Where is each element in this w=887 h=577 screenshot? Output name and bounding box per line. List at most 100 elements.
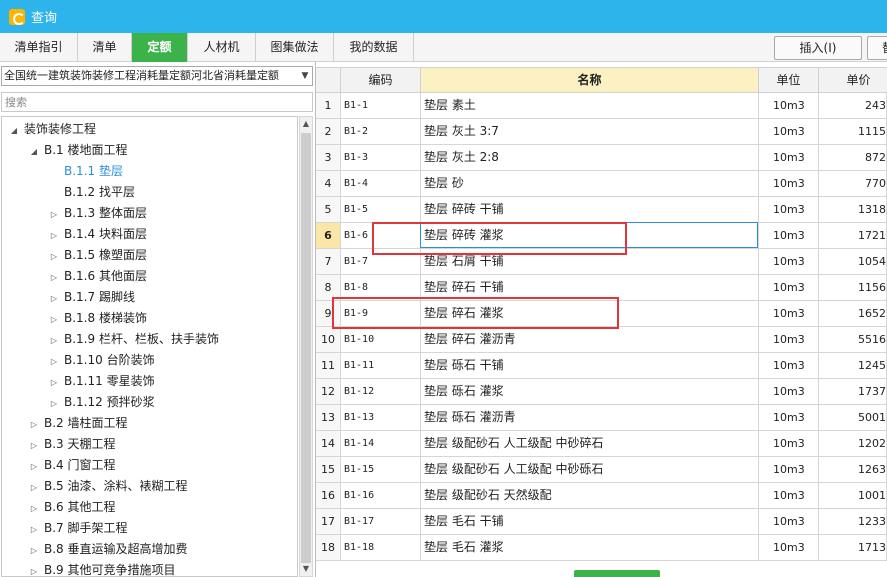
code-header[interactable]: 编码 — [341, 67, 421, 93]
expand-icon[interactable]: ▷ — [48, 246, 60, 267]
expand-icon[interactable]: ▷ — [48, 393, 60, 414]
unit-cell[interactable]: 10m3 — [759, 93, 819, 118]
tree-item[interactable]: ▷ B.5 油漆、涂料、裱糊工程 — [28, 476, 188, 497]
row-number-cell[interactable]: 18 — [316, 535, 341, 560]
tree-item[interactable]: ▷ B.6 其他工程 — [28, 497, 116, 518]
table-row[interactable]: 2 B1-2 垫层 灰土 3:7 10m3 1115 — [316, 119, 887, 145]
expand-icon[interactable]: ▷ — [28, 477, 40, 498]
unit-cell[interactable]: 10m3 — [759, 301, 819, 326]
price-cell[interactable]: 1318 — [819, 197, 887, 222]
row-number-cell[interactable]: 7 — [316, 249, 341, 274]
name-cell[interactable]: 垫层 素土 — [421, 93, 759, 118]
unit-cell[interactable]: 10m3 — [759, 145, 819, 170]
price-cell[interactable]: 1652 — [819, 301, 887, 326]
scroll-up-icon[interactable]: ▲ — [300, 117, 312, 131]
name-cell[interactable]: 垫层 灰土 3:7 — [421, 119, 759, 144]
row-number-cell[interactable]: 1 — [316, 93, 341, 118]
price-cell[interactable]: 1001 — [819, 483, 887, 508]
tree-item[interactable]: ▷ B.1.5 橡塑面层 — [48, 245, 147, 266]
expand-icon[interactable]: ▷ — [28, 519, 40, 540]
tree-item[interactable]: ▷ B.1.11 零星装饰 — [48, 371, 155, 392]
row-number-cell[interactable]: 17 — [316, 509, 341, 534]
insert-button[interactable]: 插入(I) — [774, 36, 862, 60]
code-cell[interactable]: B1-18 — [341, 535, 421, 560]
price-cell[interactable]: 5516 — [819, 327, 887, 352]
code-cell[interactable]: B1-14 — [341, 431, 421, 456]
row-number-cell[interactable]: 4 — [316, 171, 341, 196]
tab-bill-guide[interactable]: 清单指引 — [0, 33, 78, 62]
row-number-cell[interactable]: 10 — [316, 327, 341, 352]
tree-item[interactable]: ▷ B.7 脚手架工程 — [28, 518, 128, 539]
tab-labor-material[interactable]: 人材机 — [188, 33, 256, 62]
tree-item[interactable]: ▷ B.1.4 块料面层 — [48, 224, 147, 245]
tree-item[interactable]: ▷ B.1.7 踢脚线 — [48, 287, 135, 308]
code-cell[interactable]: B1-12 — [341, 379, 421, 404]
tab-atlas-method[interactable]: 图集做法 — [256, 33, 334, 62]
tab-bill[interactable]: 清单 — [78, 33, 132, 62]
price-cell[interactable]: 872 — [819, 145, 887, 170]
tree-item[interactable]: B.1.2 找平层 — [48, 182, 135, 203]
table-row[interactable]: 4 B1-4 垫层 砂 10m3 770 — [316, 171, 887, 197]
row-number-cell[interactable]: 6 — [316, 223, 341, 248]
unit-cell[interactable]: 10m3 — [759, 431, 819, 456]
table-row[interactable]: 11 B1-11 垫层 砾石 干铺 10m3 1245 — [316, 353, 887, 379]
unit-cell[interactable]: 10m3 — [759, 119, 819, 144]
expand-icon[interactable]: ▷ — [48, 351, 60, 372]
unit-cell[interactable]: 10m3 — [759, 171, 819, 196]
table-row[interactable]: 15 B1-15 垫层 级配砂石 人工级配 中砂砾石 10m3 1263 — [316, 457, 887, 483]
price-cell[interactable]: 1115 — [819, 119, 887, 144]
expand-icon[interactable]: ▷ — [48, 267, 60, 288]
collapse-icon[interactable]: ◢ — [8, 120, 20, 141]
code-cell[interactable]: B1-15 — [341, 457, 421, 482]
search-input[interactable] — [1, 92, 313, 112]
name-cell[interactable]: 垫层 砾石 干铺 — [421, 353, 759, 378]
code-cell[interactable]: B1-10 — [341, 327, 421, 352]
code-cell[interactable]: B1-1 — [341, 93, 421, 118]
unit-cell[interactable]: 10m3 — [759, 249, 819, 274]
unit-header[interactable]: 单位 — [759, 67, 819, 93]
row-number-cell[interactable]: 11 — [316, 353, 341, 378]
unit-cell[interactable]: 10m3 — [759, 535, 819, 560]
table-row[interactable]: 5 B1-5 垫层 碎砖 干铺 10m3 1318 — [316, 197, 887, 223]
table-row[interactable]: 12 B1-12 垫层 砾石 灌浆 10m3 1737 — [316, 379, 887, 405]
scroll-down-icon[interactable]: ▼ — [300, 562, 312, 576]
code-cell[interactable]: B1-5 — [341, 197, 421, 222]
tree-item[interactable]: ◢ 装饰装修工程 — [8, 119, 96, 140]
name-cell[interactable]: 垫层 砾石 灌沥青 — [421, 405, 759, 430]
code-cell[interactable]: B1-16 — [341, 483, 421, 508]
price-cell[interactable]: 1713 — [819, 535, 887, 560]
tree-item[interactable]: ▷ B.1.12 预拌砂浆 — [48, 392, 155, 413]
name-cell[interactable]: 垫层 砾石 灌浆 — [421, 379, 759, 404]
quota-library-select[interactable]: 全国统一建筑装饰装修工程消耗量定额河北省消耗量定额 ▼ — [1, 66, 313, 86]
expand-icon[interactable]: ▷ — [48, 204, 60, 225]
table-row[interactable]: 18 B1-18 垫层 毛石 灌浆 10m3 1713 — [316, 535, 887, 561]
price-cell[interactable]: 1156 — [819, 275, 887, 300]
chevron-down-icon[interactable]: ▼ — [298, 67, 312, 85]
scroll-thumb[interactable] — [301, 133, 311, 563]
expand-icon[interactable]: ▷ — [28, 456, 40, 477]
unit-cell[interactable]: 10m3 — [759, 483, 819, 508]
tree-item[interactable]: ▷ B.9 其他可竞争措施项目 — [28, 560, 176, 576]
tree-item[interactable]: ▷ B.8 垂直运输及超高增加费 — [28, 539, 188, 560]
code-cell[interactable]: B1-11 — [341, 353, 421, 378]
code-cell[interactable]: B1-2 — [341, 119, 421, 144]
row-number-cell[interactable]: 2 — [316, 119, 341, 144]
name-cell[interactable]: 垫层 毛石 灌浆 — [421, 535, 759, 560]
tree-item[interactable]: ▷ B.1.9 栏杆、栏板、扶手装饰 — [48, 329, 219, 350]
row-number-cell[interactable]: 14 — [316, 431, 341, 456]
price-cell[interactable]: 1054 — [819, 249, 887, 274]
expand-icon[interactable]: ▷ — [48, 330, 60, 351]
price-cell[interactable]: 1245 — [819, 353, 887, 378]
name-cell[interactable]: 垫层 碎砖 干铺 — [421, 197, 759, 222]
unit-cell[interactable]: 10m3 — [759, 353, 819, 378]
name-cell[interactable]: 垫层 灰土 2:8 — [421, 145, 759, 170]
collapse-icon[interactable]: ◢ — [28, 141, 40, 162]
unit-cell[interactable]: 10m3 — [759, 275, 819, 300]
tree-item[interactable]: ▷ B.4 门窗工程 — [28, 455, 116, 476]
code-cell[interactable]: B1-13 — [341, 405, 421, 430]
name-cell[interactable]: 垫层 毛石 干铺 — [421, 509, 759, 534]
price-cell[interactable]: 1202 — [819, 431, 887, 456]
unit-cell[interactable]: 10m3 — [759, 197, 819, 222]
tree-item[interactable]: ▷ B.3 天棚工程 — [28, 434, 116, 455]
row-number-cell[interactable]: 16 — [316, 483, 341, 508]
